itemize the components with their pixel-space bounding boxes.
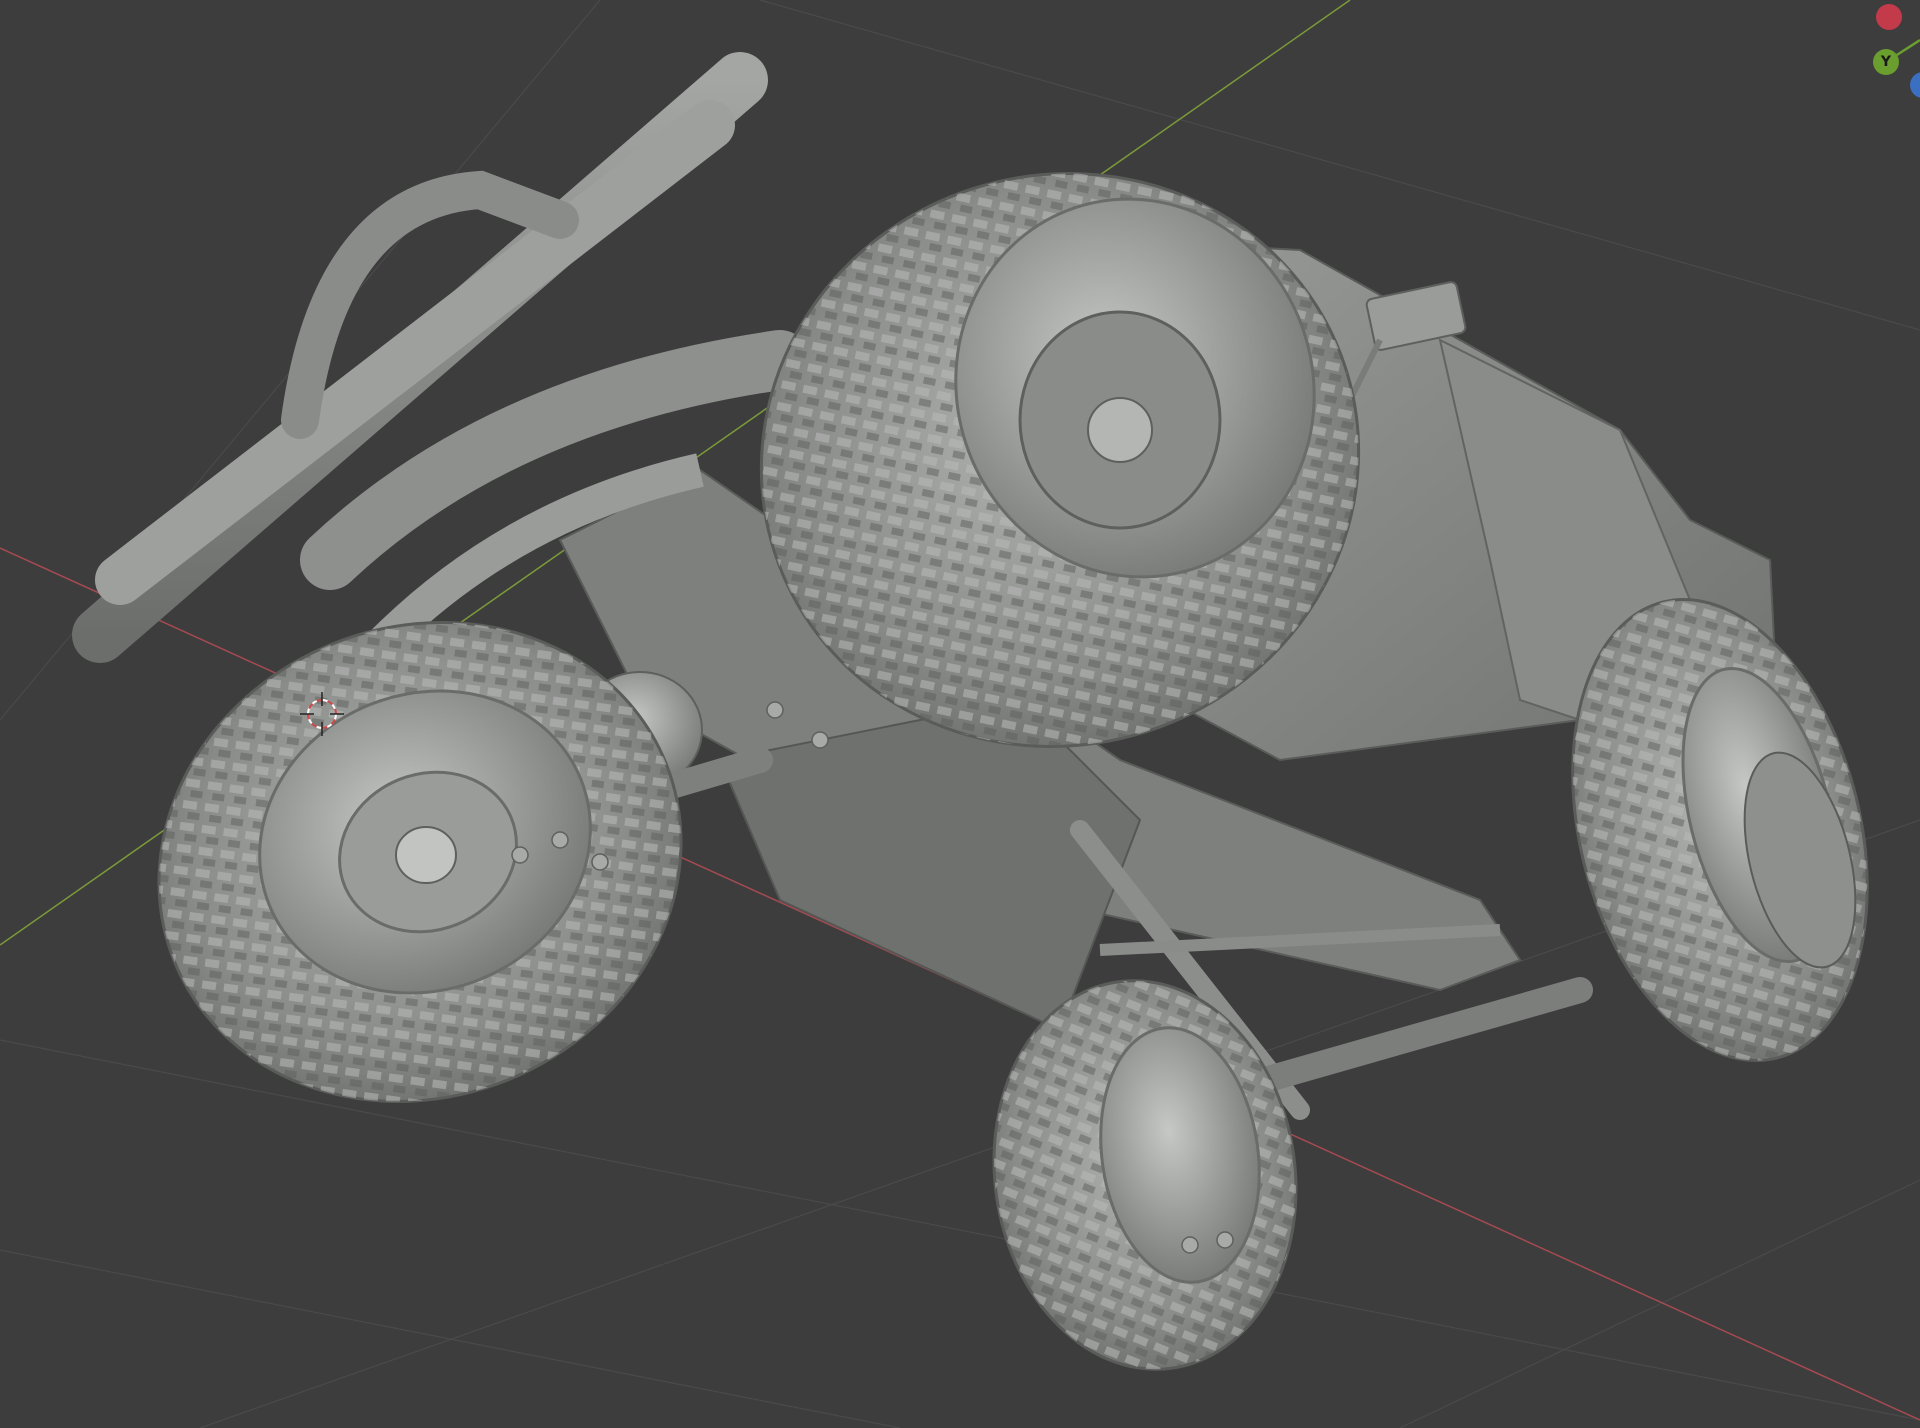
gizmo-x-ball[interactable] bbox=[1876, 4, 1902, 30]
vehicle-model bbox=[72, 52, 1869, 1371]
navigation-gizmo-icon[interactable]: Y bbox=[1860, 0, 1920, 100]
gizmo-y-ball[interactable]: Y bbox=[1873, 49, 1899, 75]
rear-left-wheel bbox=[992, 979, 1298, 1371]
3d-viewport[interactable]: Y bbox=[0, 0, 1920, 1428]
viewport-scene[interactable] bbox=[0, 0, 1920, 1428]
